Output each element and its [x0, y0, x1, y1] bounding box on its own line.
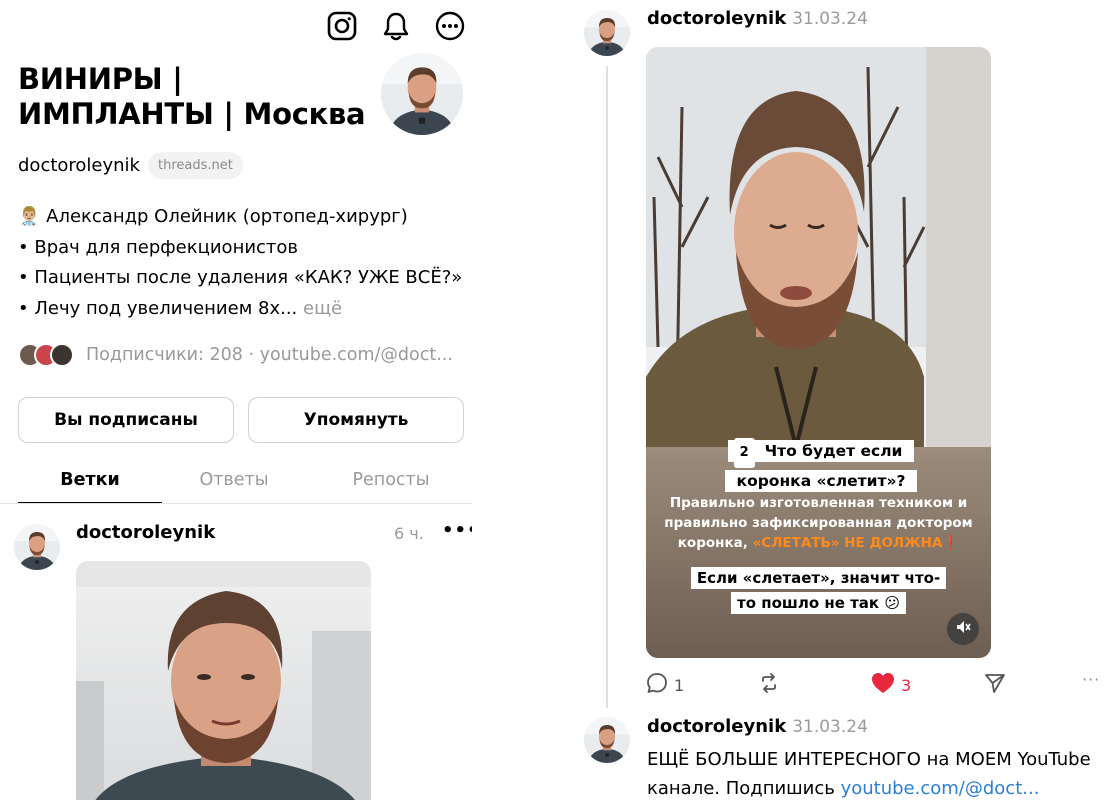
profile-avatar[interactable]	[381, 53, 463, 135]
bio-more-link[interactable]: ещё	[303, 298, 342, 319]
post-video[interactable]: 2 Что будет если коронка «слетит»? Правил…	[646, 47, 991, 658]
repost-button[interactable]	[758, 672, 780, 698]
thread-connector-line	[606, 66, 608, 708]
bio-line-text: • Лечу под увеличением 8х...	[18, 297, 298, 319]
post-handle[interactable]: doctoroleynik	[647, 8, 786, 29]
thread-pane: doctoroleynik 31.03.24 2 Что будет если …	[568, 0, 1120, 800]
follower-avatar	[50, 343, 74, 367]
instagram-icon[interactable]	[326, 10, 358, 42]
post-date: 31.03.24	[792, 717, 868, 737]
post-more-button[interactable]: ···	[1082, 670, 1100, 689]
caption-exclaim: ❗	[942, 535, 960, 551]
comment-icon	[646, 672, 668, 698]
post-time: 6 ч.	[394, 524, 424, 543]
bio-line: 👨🏼‍⚕️ Александр Олейник (ортопед-хирург)	[18, 206, 408, 227]
domain-badge[interactable]: threads.net	[147, 152, 243, 179]
more-circle-icon[interactable]	[434, 10, 466, 42]
tab-threads[interactable]: Ветки	[18, 462, 162, 504]
post-text: ЕЩЁ БОЛЬШЕ ИНТЕРЕСНОГО на МОЕМ YouTube к…	[647, 745, 1117, 800]
profile-toolbar	[326, 10, 466, 42]
mute-button[interactable]	[947, 613, 979, 645]
speaker-muted-icon	[955, 619, 971, 639]
caption-question-text: Что будет если коронка «слетит»?	[730, 440, 912, 492]
handle-row: doctoroleynik threads.net	[18, 152, 243, 179]
post-actions: 1 3 ···	[646, 670, 1106, 700]
tab-reposts[interactable]: Репосты	[306, 462, 450, 504]
subscribed-button[interactable]: Вы подписаны	[18, 397, 234, 443]
post-header: doctoroleynik 31.03.24	[647, 8, 868, 29]
post-avatar[interactable]	[584, 717, 630, 763]
reply-button[interactable]: 1	[646, 672, 684, 698]
bio-line: • Врач для перфекционистов	[18, 236, 299, 258]
video-caption-conclusion: Если «слетает», значит что-то пошло не т…	[686, 566, 951, 616]
like-count: 3	[901, 675, 912, 695]
followers-row[interactable]: Подписчики: 208 · youtube.com/@doct...	[18, 343, 453, 367]
post-date: 31.03.24	[792, 9, 868, 29]
bell-icon[interactable]	[380, 10, 412, 42]
followers-text[interactable]: Подписчики: 208 · youtube.com/@doct...	[86, 345, 453, 365]
like-button[interactable]: 3	[871, 672, 911, 698]
follower-avatars	[18, 343, 74, 367]
profile-name: ВИНИРЫ | ИМПЛАНТЫ | Москва	[18, 62, 366, 131]
tab-replies[interactable]: Ответы	[162, 462, 306, 504]
caption-highlight: «СЛЕТАТЬ» НЕ ДОЛЖНА	[752, 535, 943, 551]
video-caption-question: 2 Что будет если коронка «слетит»?	[698, 438, 944, 494]
profile-pane: ВИНИРЫ | ИМПЛАНТЫ | Москва doctoroleynik…	[0, 0, 472, 800]
post-avatar[interactable]	[14, 524, 60, 570]
profile-tabs: Ветки Ответы Репосты	[18, 462, 472, 504]
profile-handle: doctoroleynik	[18, 155, 140, 176]
tabs-divider	[0, 503, 472, 504]
bio-line: • Пациенты после удаления «КАК? УЖЕ ВСЁ?…	[18, 267, 463, 288]
video-caption-body: Правильно изготовленная техником и прави…	[656, 493, 981, 553]
mention-button[interactable]: Упомянуть	[248, 397, 464, 443]
reply-count: 1	[674, 675, 685, 695]
caption-conclusion-text: Если «слетает», значит что-то пошло не т…	[690, 567, 947, 614]
caption-number-badge: 2	[733, 438, 755, 468]
post-avatar[interactable]	[584, 10, 630, 56]
heart-filled-icon	[871, 672, 895, 698]
post-handle[interactable]: doctoroleynik	[76, 522, 215, 543]
send-icon	[984, 672, 1006, 698]
share-button[interactable]	[984, 672, 1006, 698]
repost-icon	[758, 672, 780, 698]
post-video[interactable]	[76, 561, 371, 800]
post-header: doctoroleynik 31.03.24	[647, 716, 868, 737]
post-more-button[interactable]: •••	[442, 520, 472, 541]
profile-bio: 👨🏼‍⚕️ Александр Олейник (ортопед-хирург)…	[18, 202, 462, 324]
post-handle[interactable]: doctoroleynik	[647, 716, 786, 737]
bio-line: • Лечу под увеличением 8х... ещё	[18, 294, 462, 325]
post-link[interactable]: youtube.com/@doct...	[841, 778, 1040, 799]
